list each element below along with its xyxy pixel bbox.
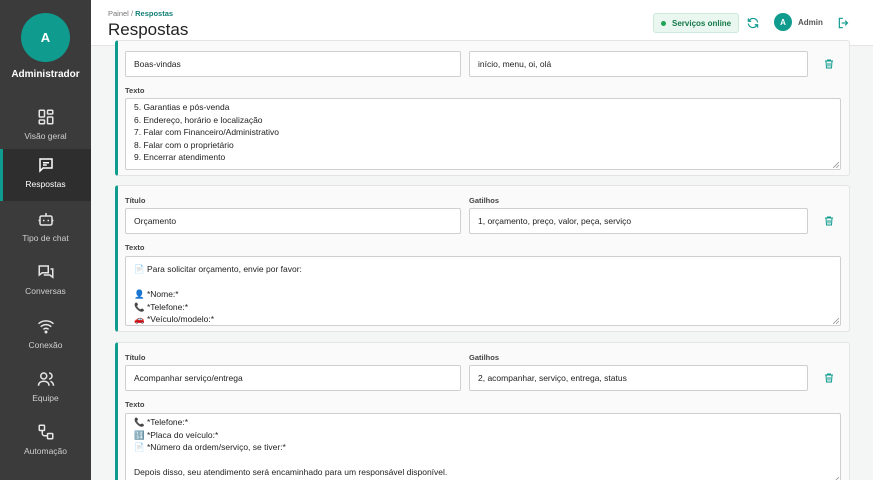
title-label: Título — [125, 196, 146, 205]
text-label: Texto — [125, 400, 145, 409]
triggers-label: Gatilhos — [469, 353, 500, 362]
text-textarea[interactable]: 5. Garantias e pós-venda 6. Endereço, ho… — [125, 98, 841, 170]
users-icon — [37, 372, 54, 386]
response-card: Título Gatilhos Orçamento 1, orçamento, … — [115, 185, 850, 332]
text-label: Texto — [125, 243, 145, 252]
text-line: 📞 *Telefone:* — [134, 417, 189, 427]
sidebar-item-respostas[interactable]: Respostas — [0, 149, 91, 201]
bot-icon — [38, 213, 53, 226]
breadcrumb: Painel / Respostas — [108, 9, 173, 18]
sidebar-item-label: Conversas — [25, 286, 66, 296]
grid-icon — [38, 109, 53, 125]
trash-icon[interactable] — [823, 372, 835, 384]
header-avatar[interactable]: A — [774, 13, 792, 31]
wifi-icon — [37, 320, 54, 334]
text-line: 📄 Para solicitar orçamento, envie por fa… — [134, 264, 302, 274]
sidebar-item-label: Tipo de chat — [22, 233, 69, 243]
text-line: 👤 *Nome:* — [134, 289, 179, 299]
resize-grip-icon[interactable] — [833, 318, 839, 324]
sidebar-item-conexao[interactable]: Conexão — [0, 310, 91, 362]
trash-icon[interactable] — [823, 58, 835, 70]
logout-icon[interactable] — [837, 16, 851, 30]
text-line: 7. Falar com Financeiro/Administrativo — [134, 127, 280, 137]
text-line: 📄 *Número da ordem/serviço, se tiver:* — [134, 442, 286, 452]
sidebar-item-tipo-de-chat[interactable]: Tipo de chat — [0, 203, 91, 255]
sidebar-item-conversas[interactable]: Conversas — [0, 256, 91, 308]
title-input[interactable]: Orçamento — [125, 208, 461, 234]
triggers-input[interactable]: início, menu, oi, olá — [469, 51, 808, 77]
sidebar-item-label: Respostas — [25, 179, 66, 189]
sidebar-item-automacao[interactable]: Automação — [0, 416, 91, 468]
text-textarea[interactable]: 📄 Para solicitar orçamento, envie por fa… — [125, 256, 841, 326]
sidebar-avatar: A — [21, 13, 70, 62]
text-label: Texto — [125, 86, 145, 95]
title-input[interactable]: Boas-vindas — [125, 51, 461, 77]
breadcrumb-current: Respostas — [135, 9, 174, 18]
sidebar-item-label: Visão geral — [24, 131, 67, 141]
triggers-input[interactable]: 1, orçamento, preço, valor, peça, serviç… — [469, 208, 808, 234]
text-line: 📞 *Telefone:* — [134, 301, 189, 312]
status-dot-icon — [661, 20, 666, 26]
text-line: 6. Endereço, horário e localização — [134, 114, 263, 125]
workflow-icon — [38, 424, 53, 440]
sidebar-item-label: Conexão — [28, 340, 63, 350]
text-line: 5. Garantias e pós-venda — [134, 102, 230, 112]
triggers-input[interactable]: 2, acompanhar, serviço, entrega, status — [469, 365, 808, 391]
text-line: 8. Falar com o proprietário — [134, 139, 234, 150]
text-line: Depois disso, seu atendimento será encam… — [134, 467, 448, 477]
text-textarea[interactable]: 📞 *Telefone:* 🔢 *Placa do veículo:* 📄 *N… — [125, 413, 841, 480]
sidebar-item-visao-geral[interactable]: Visão geral — [0, 101, 91, 153]
trash-icon[interactable] — [823, 215, 835, 227]
title-label: Título — [125, 353, 146, 362]
status-text: Serviços online — [672, 18, 732, 28]
sidebar-user-label: Administrador — [11, 69, 80, 80]
message-icon — [38, 158, 53, 173]
resize-grip-icon[interactable] — [833, 162, 839, 168]
refresh-icon[interactable] — [746, 16, 760, 30]
text-line — [134, 276, 832, 289]
text-line: 🚗 *Veículo/modelo:* — [134, 314, 215, 324]
title-input[interactable]: Acompanhar serviço/entrega — [125, 365, 461, 391]
sidebar-item-equipe[interactable]: Equipe — [0, 363, 91, 415]
triggers-label: Gatilhos — [469, 196, 500, 205]
sidebar: A Administrador Visão geral Respostas Ti… — [0, 0, 91, 480]
sidebar-item-label: Automação — [24, 446, 67, 456]
status-badge: Serviços online — [653, 13, 740, 33]
header-user-name: Admin — [798, 18, 823, 27]
text-line — [134, 454, 832, 467]
text-line: 9. Encerrar atendimento — [134, 152, 226, 162]
text-line: 🔢 *Placa do veículo:* — [134, 429, 219, 440]
response-card: Título Gatilhos Acompanhar serviço/entre… — [115, 342, 850, 480]
response-card: Boas-vindas início, menu, oi, olá Texto … — [115, 40, 850, 176]
breadcrumb-root[interactable]: Painel — [108, 9, 129, 18]
page-title: Respostas — [108, 20, 189, 39]
sidebar-item-label: Equipe — [32, 393, 59, 403]
chat-bubbles-icon — [38, 265, 53, 279]
